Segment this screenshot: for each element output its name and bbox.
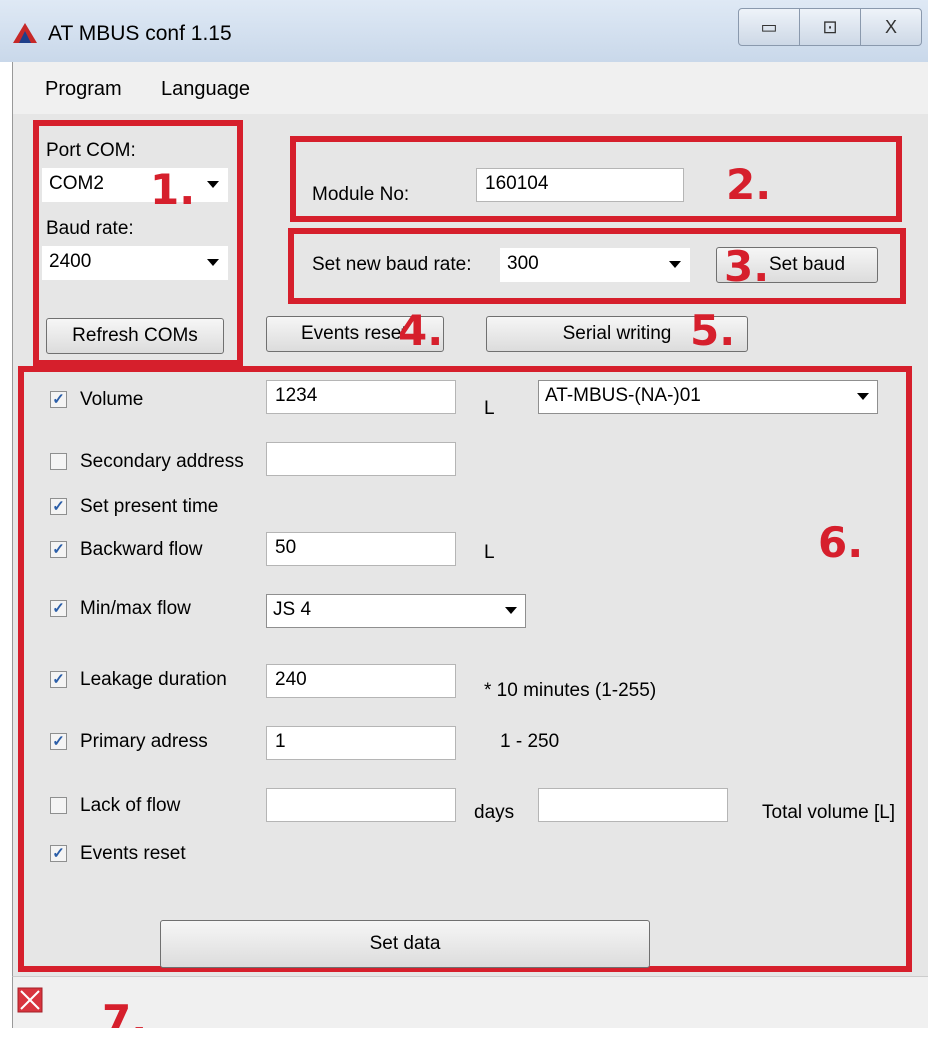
dropdown-arrow-icon [505, 607, 517, 614]
leakage-duration-checkbox[interactable]: ✓ [50, 671, 67, 688]
leakage-duration-label: Leakage duration [80, 669, 227, 690]
set-data-button[interactable]: Set data [160, 920, 650, 968]
dropdown-arrow-icon [669, 261, 681, 268]
volume-unit: L [484, 398, 495, 419]
window-title: AT MBUS conf 1.15 [48, 22, 232, 45]
minmax-flow-value: JS 4 [273, 599, 312, 620]
volume-field[interactable]: 1234 [266, 380, 456, 414]
marker-5: 5. [690, 306, 736, 355]
minmax-flow-checkbox[interactable]: ✓ [50, 600, 67, 617]
present-time-checkbox[interactable]: ✓ [50, 498, 67, 515]
present-time-label: Set present time [80, 496, 219, 517]
primary-address-note: 1 - 250 [500, 731, 560, 752]
leakage-duration-note: * 10 minutes (1-255) [484, 680, 657, 701]
events-reset-label: Events reset [80, 843, 186, 864]
checkbox-check-icon: ✓ [52, 498, 65, 515]
port-com-label: Port COM: [46, 140, 136, 161]
secondary-address-field[interactable] [266, 442, 456, 476]
baud-rate-label: Baud rate: [46, 218, 134, 239]
menu-bar: Program Language [12, 62, 928, 114]
title-bar: AT MBUS conf 1.15 ▭ ⊡ X [0, 0, 928, 62]
backward-flow-unit: L [484, 542, 495, 563]
module-no-field[interactable]: 160104 [476, 168, 684, 202]
window-controls: ▭ ⊡ X [738, 8, 922, 46]
backward-flow-label: Backward flow [80, 539, 203, 560]
minimize-button[interactable]: ▭ [739, 9, 800, 45]
backward-flow-field[interactable]: 50 [266, 532, 456, 566]
dropdown-arrow-icon [207, 259, 219, 266]
close-button[interactable]: X [861, 9, 921, 45]
secondary-address-label: Secondary address [80, 451, 244, 472]
status-bar [12, 976, 928, 1029]
checkbox-check-icon: ✓ [52, 541, 65, 558]
app-logo-icon [13, 23, 37, 43]
checkbox-check-icon: ✓ [52, 671, 65, 688]
new-baud-label: Set new baud rate: [312, 254, 472, 275]
baud-rate-value: 2400 [49, 251, 92, 272]
marker-6: 6. [818, 518, 864, 567]
dropdown-arrow-icon [857, 393, 869, 400]
module-no-label: Module No: [312, 184, 410, 205]
volume-checkbox[interactable]: ✓ [50, 391, 67, 408]
device-value: AT-MBUS-(NA-)01 [545, 385, 701, 406]
marker-3: 3. [724, 242, 770, 291]
leakage-duration-field[interactable]: 240 [266, 664, 456, 698]
port-com-value: COM2 [49, 173, 104, 194]
marker-4: 4. [398, 306, 444, 355]
events-reset-checkbox[interactable]: ✓ [50, 845, 67, 862]
volume-label: Volume [80, 389, 144, 410]
device-select[interactable]: AT-MBUS-(NA-)01 [538, 380, 878, 414]
checkbox-check-icon: ✓ [52, 733, 65, 750]
marker-1: 1. [150, 165, 196, 214]
baud-rate-select[interactable]: 2400 [42, 246, 228, 280]
primary-address-label: Primary adress [80, 731, 208, 752]
checkbox-check-icon: ✓ [52, 845, 65, 862]
refresh-coms-button[interactable]: Refresh COMs [46, 318, 224, 354]
new-baud-select[interactable]: 300 [500, 248, 690, 282]
lack-of-flow-label: Lack of flow [80, 795, 181, 816]
primary-address-checkbox[interactable]: ✓ [50, 733, 67, 750]
minmax-flow-select[interactable]: JS 4 [266, 594, 526, 628]
lack-of-flow-days-label: days [474, 802, 515, 823]
marker-2: 2. [726, 160, 772, 209]
new-baud-value: 300 [507, 253, 539, 274]
primary-address-field[interactable]: 1 [266, 726, 456, 760]
checkbox-check-icon: ✓ [52, 391, 65, 408]
page-bottom [0, 1028, 928, 1050]
minmax-flow-label: Min/max flow [80, 598, 191, 619]
secondary-address-checkbox[interactable] [50, 453, 67, 470]
backward-flow-checkbox[interactable]: ✓ [50, 541, 67, 558]
total-volume-field[interactable] [538, 788, 728, 822]
port-com-select[interactable]: COM2 [42, 168, 228, 202]
maximize-button[interactable]: ⊡ [800, 9, 861, 45]
checkbox-check-icon: ✓ [52, 600, 65, 617]
lack-of-flow-checkbox[interactable] [50, 797, 67, 814]
lack-of-flow-field[interactable] [266, 788, 456, 822]
menu-program[interactable]: Program [45, 78, 122, 101]
error-status-icon [17, 987, 43, 1013]
menu-language[interactable]: Language [161, 78, 250, 101]
total-volume-label: Total volume [L] [762, 802, 896, 823]
dropdown-arrow-icon [207, 181, 219, 188]
